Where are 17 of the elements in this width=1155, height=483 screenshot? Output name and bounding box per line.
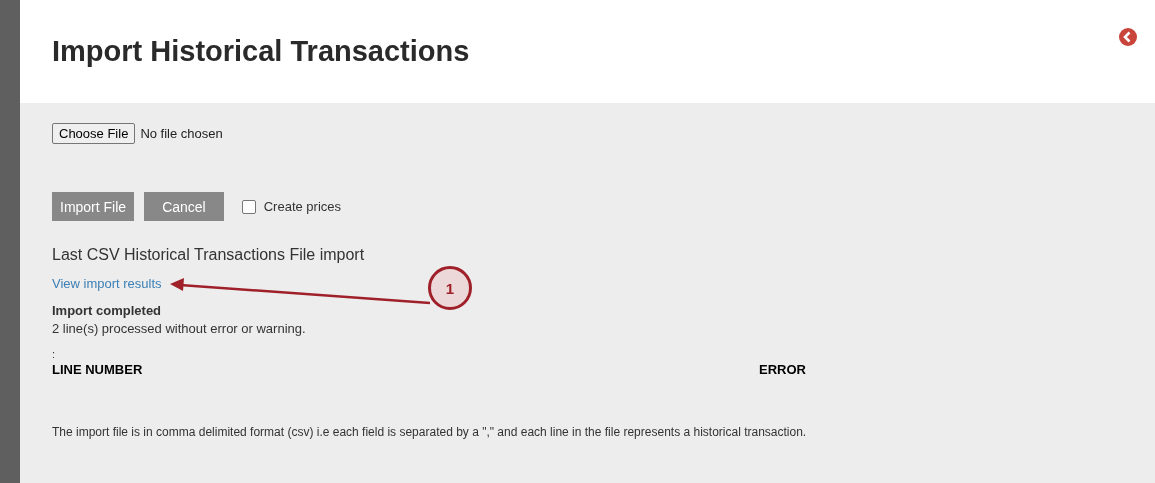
annotation-badge: 1	[428, 266, 472, 310]
import-message: 2 line(s) processed without error or warning.	[52, 321, 307, 336]
action-button[interactable]: Cancel	[144, 192, 224, 221]
action-button[interactable]: Import File	[52, 192, 135, 221]
page-title: Import Historical Transactions	[52, 35, 470, 68]
results-link[interactable]: View import results	[52, 276, 162, 291]
choose-file-button[interactable]: Choose File	[52, 123, 136, 144]
format-note: The import file is in comma delimited format (csv) i.e each field is separated by a "," and each line in the file represents a historical transaction.	[52, 425, 808, 439]
file-status: No file chosen	[140, 126, 223, 141]
separator-text: :	[52, 348, 57, 360]
column-header: LINE NUMBER	[52, 362, 144, 377]
column-header: ERROR	[759, 362, 807, 377]
checkbox[interactable]	[241, 199, 256, 214]
checkbox-label: Create prices	[263, 199, 342, 214]
back-icon[interactable]	[1119, 28, 1137, 46]
import-status: Import completed	[52, 303, 163, 318]
section-heading: Last CSV Historical Transactions File import	[52, 246, 366, 264]
